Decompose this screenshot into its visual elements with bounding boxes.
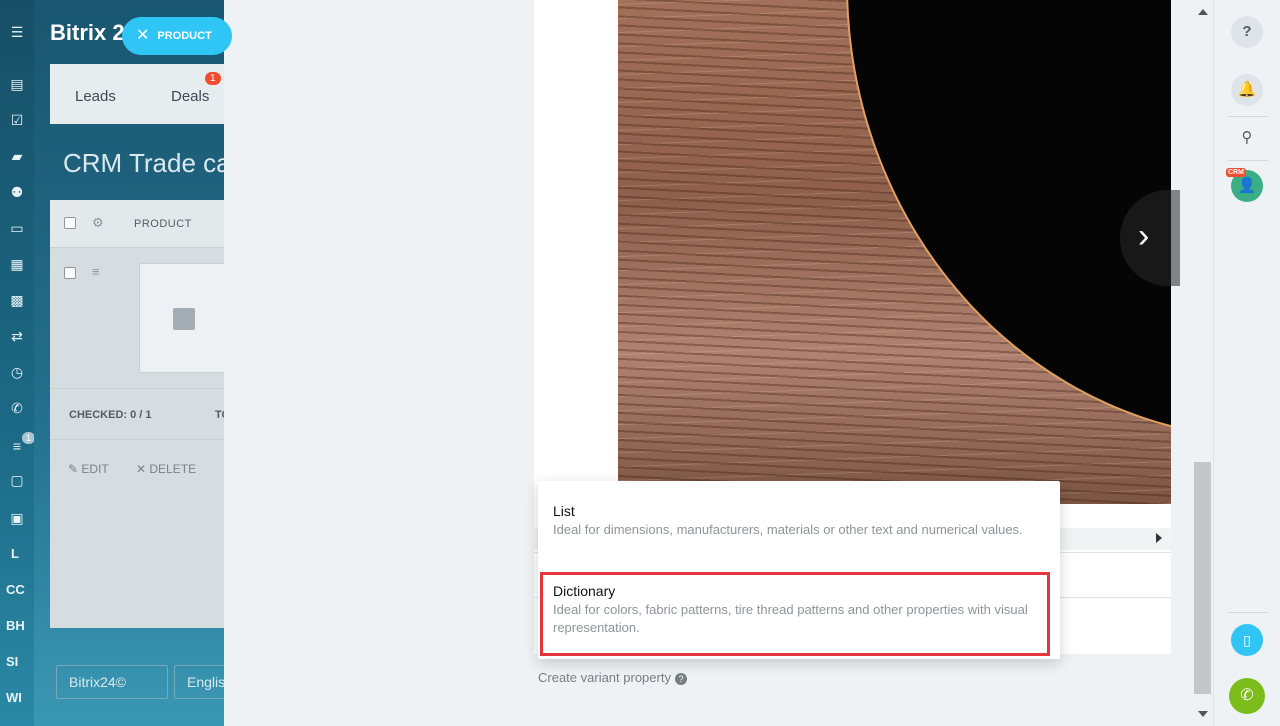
product-pill-label: PRODUCT — [157, 30, 212, 42]
help-icon[interactable]: ? — [674, 673, 687, 685]
contacts-icon[interactable]: ⚉ — [7, 182, 27, 202]
sidebar-item-cc[interactable]: CC — [6, 582, 25, 597]
divider — [1228, 160, 1268, 161]
image-icon — [173, 308, 195, 330]
brand-logo[interactable]: Bitrix 2 — [50, 20, 125, 46]
product-grid: ⚙ PRODUCT ≡ CHECKED: 0 / 1 TO ✎ EDIT ✕ D… — [50, 200, 234, 628]
help-icon[interactable]: ? — [1231, 16, 1263, 48]
sidebar-item-wi[interactable]: WI — [6, 690, 22, 705]
divider — [1228, 612, 1268, 613]
highlight-box — [540, 572, 1050, 656]
divider — [1228, 116, 1268, 117]
option-title: List — [553, 503, 575, 519]
chevron-right-icon: › — [1138, 217, 1150, 255]
property-type-menu: List Ideal for dimensions, manufacturers… — [538, 481, 1060, 659]
search-icon[interactable]: ⚲ — [1231, 122, 1263, 154]
close-icon: ✕ — [136, 27, 150, 44]
edit-action[interactable]: ✎ EDIT — [68, 462, 109, 476]
tab-deals[interactable]: Deals — [171, 88, 209, 105]
select-all-checkbox[interactable] — [64, 217, 76, 229]
chat-icon[interactable]: ▰ — [7, 146, 27, 166]
tasks-icon[interactable]: ☑ — [7, 110, 27, 130]
product-slider: › List Ideal for dimensions, manufacture… — [224, 0, 1213, 726]
call-icon[interactable]: ✆ — [1229, 678, 1265, 714]
submenu-arrow-icon — [1156, 533, 1162, 543]
window-icon[interactable]: ▢ — [7, 470, 27, 490]
feed-icon[interactable]: ▤ — [7, 74, 27, 94]
apps-icon[interactable]: ▩ — [7, 290, 27, 310]
edit-label: EDIT — [81, 462, 109, 476]
tab-leads[interactable]: Leads — [75, 88, 116, 105]
calendar-icon[interactable]: ▦ — [7, 254, 27, 274]
left-nav: ☰ ▤ ☑ ▰ ⚉ ▭ ▦ ▩ ⇄ ◷ ✆ ≡ 1 ▢ ▣ L CC BH SI… — [0, 0, 36, 726]
menu-icon[interactable]: ☰ — [7, 22, 27, 42]
delete-action[interactable]: ✕ DELETE — [136, 462, 196, 476]
bitrix24-button[interactable]: Bitrix24© — [56, 665, 168, 699]
phone-icon[interactable]: ✆ — [7, 398, 27, 418]
close-slider-button[interactable]: ✕ PRODUCT — [122, 17, 232, 55]
scroll-down-icon[interactable] — [1198, 711, 1208, 717]
option-description: Ideal for dimensions, manufacturers, mat… — [553, 522, 1023, 537]
gear-icon[interactable]: ⚙ — [92, 215, 104, 231]
drive-icon[interactable]: ▭ — [7, 218, 27, 238]
delete-label: DELETE — [149, 462, 197, 476]
background-app: Bitrix 2 Leads Deals 1 CRM Trade cat ⚙ P… — [34, 0, 234, 726]
sync-icon[interactable]: ⇄ — [7, 326, 27, 346]
menu-item-list[interactable]: List Ideal for dimensions, manufacturers… — [553, 503, 1043, 539]
page-title: CRM Trade cat — [63, 148, 234, 178]
crm-tag: CRM — [1226, 168, 1246, 177]
scrollbar-thumb[interactable] — [1194, 462, 1211, 694]
close-icon: ✕ — [136, 462, 150, 476]
bell-icon[interactable]: 🔔 — [1231, 74, 1263, 106]
product-photo — [618, 0, 1171, 504]
row-checkbox[interactable] — [64, 267, 76, 279]
pencil-icon: ✎ — [68, 462, 82, 476]
sidebar-item-l[interactable]: L — [11, 546, 19, 561]
sidebar-item-bh[interactable]: BH — [6, 618, 25, 633]
sidebar-item-si[interactable]: SI — [6, 654, 18, 669]
mobile-icon[interactable]: ▯ — [1231, 624, 1263, 656]
scroll-up-icon[interactable] — [1198, 9, 1208, 15]
grid-footer: CHECKED: 0 / 1 TO — [50, 388, 234, 440]
contact-card-icon[interactable]: ▣ — [7, 508, 27, 528]
grid-header: ⚙ PRODUCT — [50, 200, 234, 248]
create-variant-label: Create variant property — [538, 670, 671, 685]
deals-badge: 1 — [205, 72, 221, 85]
product-image-placeholder[interactable] — [139, 263, 229, 373]
clock-icon[interactable]: ◷ — [7, 362, 27, 382]
checked-count: CHECKED: 0 / 1 — [69, 409, 152, 421]
column-product[interactable]: PRODUCT — [134, 218, 192, 230]
drag-handle-icon[interactable]: ≡ — [92, 264, 100, 279]
create-variant-property-link[interactable]: Create variant property? — [538, 670, 687, 685]
right-toolbar: ? 🔔 ⚲ 👤 CRM ▯ ✆ — [1213, 0, 1280, 726]
crm-tabs: Leads Deals 1 — [50, 64, 234, 124]
